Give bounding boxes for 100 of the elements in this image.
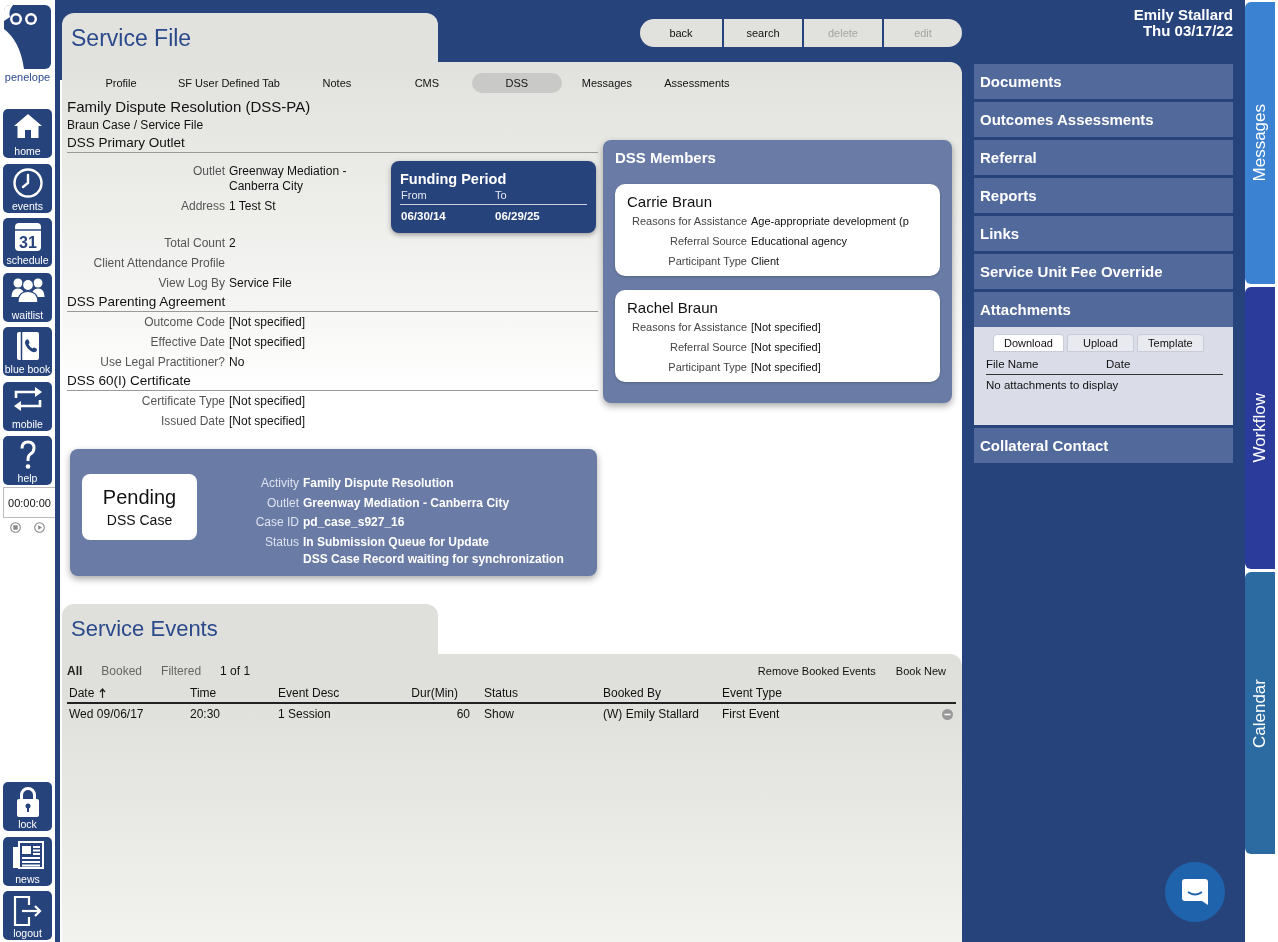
side-tab[interactable]: Calendar — [1245, 572, 1275, 854]
column-header: To — [494, 188, 507, 202]
sidebar-button[interactable]: lock — [3, 782, 52, 831]
field-label: Effective Date — [150, 334, 225, 350]
card-title: Funding Period — [400, 170, 507, 188]
sidebar-button[interactable]: news — [3, 836, 52, 886]
column-header[interactable]: Booked By — [601, 685, 720, 703]
tab[interactable]: Assessments — [651, 73, 742, 93]
field-value: [Not specified] — [751, 340, 821, 355]
minus-circle-icon[interactable] — [942, 708, 953, 720]
accordion-item[interactable]: Service Unit Fee Override — [974, 254, 1233, 289]
field-value: [Not specified] — [229, 413, 306, 429]
timer-field: 00:00:00 — [3, 487, 55, 518]
column-header[interactable]: Date — [67, 685, 188, 703]
owl-logo-icon — [4, 5, 51, 69]
section-heading: DSS 60(I) Certificate — [67, 372, 598, 391]
tab-button[interactable]: Upload — [1066, 334, 1134, 352]
member-name: Rachel Braun — [627, 299, 718, 317]
tab-button[interactable]: Download — [993, 334, 1064, 352]
sidebar-button[interactable]: mobile — [3, 381, 52, 431]
field-value: pd_case_s927_16 — [303, 514, 405, 531]
user-name: Emily Stallard — [1133, 7, 1233, 23]
field-value: Family Dispute Resolution — [303, 475, 454, 492]
accordion-item[interactable]: Documents — [974, 64, 1233, 99]
field-label: Case ID — [255, 514, 299, 531]
play-icon[interactable] — [34, 522, 45, 533]
field-value: [Not specified] — [229, 393, 306, 409]
accordion-item[interactable]: Collateral Contact — [974, 428, 1233, 463]
action-link[interactable]: Remove Booked Events — [757, 665, 876, 677]
field-label: Issued Date — [160, 413, 225, 429]
sidebar-button[interactable]: help — [3, 436, 52, 485]
table-cell: Wed 09/06/17 — [67, 703, 188, 724]
table-cell: 60 — [402, 703, 482, 724]
speech-bubble-icon — [1180, 877, 1210, 907]
tab[interactable]: Messages — [561, 73, 652, 93]
field-value: 1 Test St — [229, 198, 276, 214]
field-label: Participant Type — [668, 254, 747, 269]
status-subtitle: DSS Case — [106, 511, 173, 529]
field-value: DSS Case Record waiting for synchronization — [303, 552, 564, 567]
stop-icon[interactable] — [10, 522, 21, 533]
side-tab[interactable]: Messages — [1245, 2, 1275, 284]
up-arrow-icon — [99, 688, 107, 698]
tab-button[interactable]: Template — [1136, 334, 1204, 352]
sidebar-button[interactable]: waitlist — [3, 272, 52, 322]
accordion-item[interactable]: Referral — [974, 140, 1233, 175]
column-header[interactable]: Event Desc — [276, 685, 402, 703]
field-value: [Not specified] — [751, 320, 821, 335]
tab[interactable]: Notes — [291, 73, 382, 93]
field-label: Use Legal Practitioner? — [100, 354, 225, 370]
table-cell: 1 Session — [276, 703, 402, 724]
status-label: Pending — [102, 485, 177, 509]
case-title: Family Dispute Resolution (DSS-PA) — [67, 97, 311, 116]
section-title: Service Events — [71, 616, 218, 642]
date-value: 06/30/14 — [400, 209, 446, 224]
sidebar-button[interactable]: events — [3, 163, 52, 213]
sidebar-button[interactable]: blue book — [3, 327, 52, 376]
section-heading: DSS Primary Outlet — [67, 134, 598, 153]
table-cell: 20:30 — [188, 703, 276, 724]
field-label: Activity — [261, 475, 299, 492]
accordion-item[interactable]: Links — [974, 216, 1233, 251]
logo-text: penelope — [4, 71, 51, 84]
tab[interactable]: Profile — [76, 73, 166, 93]
column-header: File Name — [986, 357, 1039, 372]
tab[interactable]: CMS — [381, 73, 472, 93]
toolbar-button[interactable]: back — [640, 19, 722, 47]
sidebar-button[interactable]: home — [3, 109, 52, 158]
field-value: [Not specified] — [751, 360, 821, 375]
field-value: Greenway Mediation - Canberra City — [229, 163, 348, 194]
filter-tab[interactable]: All — [67, 664, 83, 678]
chat-button[interactable] — [1165, 862, 1225, 922]
sidebar-button[interactable]: logout — [3, 891, 52, 940]
calendar-icon: 31 — [13, 222, 42, 252]
section-heading: DSS Parenting Agreement — [67, 293, 598, 312]
accordion-item[interactable]: Reports — [974, 178, 1233, 213]
field-label: Certificate Type — [141, 393, 225, 409]
column-header[interactable]: Time — [188, 685, 276, 703]
empty-message: No attachments to display — [986, 378, 1119, 393]
accordion-item[interactable]: Outcomes Assessments — [974, 102, 1233, 137]
field-value: Greenway Mediation - Canberra City — [303, 494, 510, 512]
house-icon — [12, 113, 43, 139]
breadcrumb: Braun Case / Service File — [67, 117, 204, 134]
column-header[interactable]: Status — [482, 685, 601, 703]
sidebar-button[interactable]: 31 schedule — [3, 218, 52, 267]
filter-tab[interactable]: Filtered — [161, 664, 202, 678]
column-header[interactable]: Event Type — [720, 685, 942, 703]
field-value: Educational agency — [751, 234, 847, 249]
tab[interactable]: DSS — [471, 73, 562, 93]
column-header[interactable]: Dur(Min) — [402, 685, 482, 703]
field-label: Client Attendance Profile — [93, 255, 225, 271]
clock-icon — [12, 167, 43, 198]
tab[interactable]: SF User Defined Tab — [166, 73, 292, 93]
action-link[interactable]: Book New — [895, 665, 946, 677]
toolbar-button[interactable]: search — [722, 19, 802, 47]
filter-tab[interactable]: Booked — [101, 664, 143, 678]
accordion-item[interactable]: Attachments — [974, 292, 1233, 327]
side-tab[interactable]: Workflow — [1245, 287, 1275, 569]
current-date: Thu 03/17/22 — [1142, 23, 1233, 39]
field-label: Status — [264, 533, 299, 551]
field-value: 2 — [229, 235, 236, 251]
phone-book-icon — [15, 331, 40, 361]
